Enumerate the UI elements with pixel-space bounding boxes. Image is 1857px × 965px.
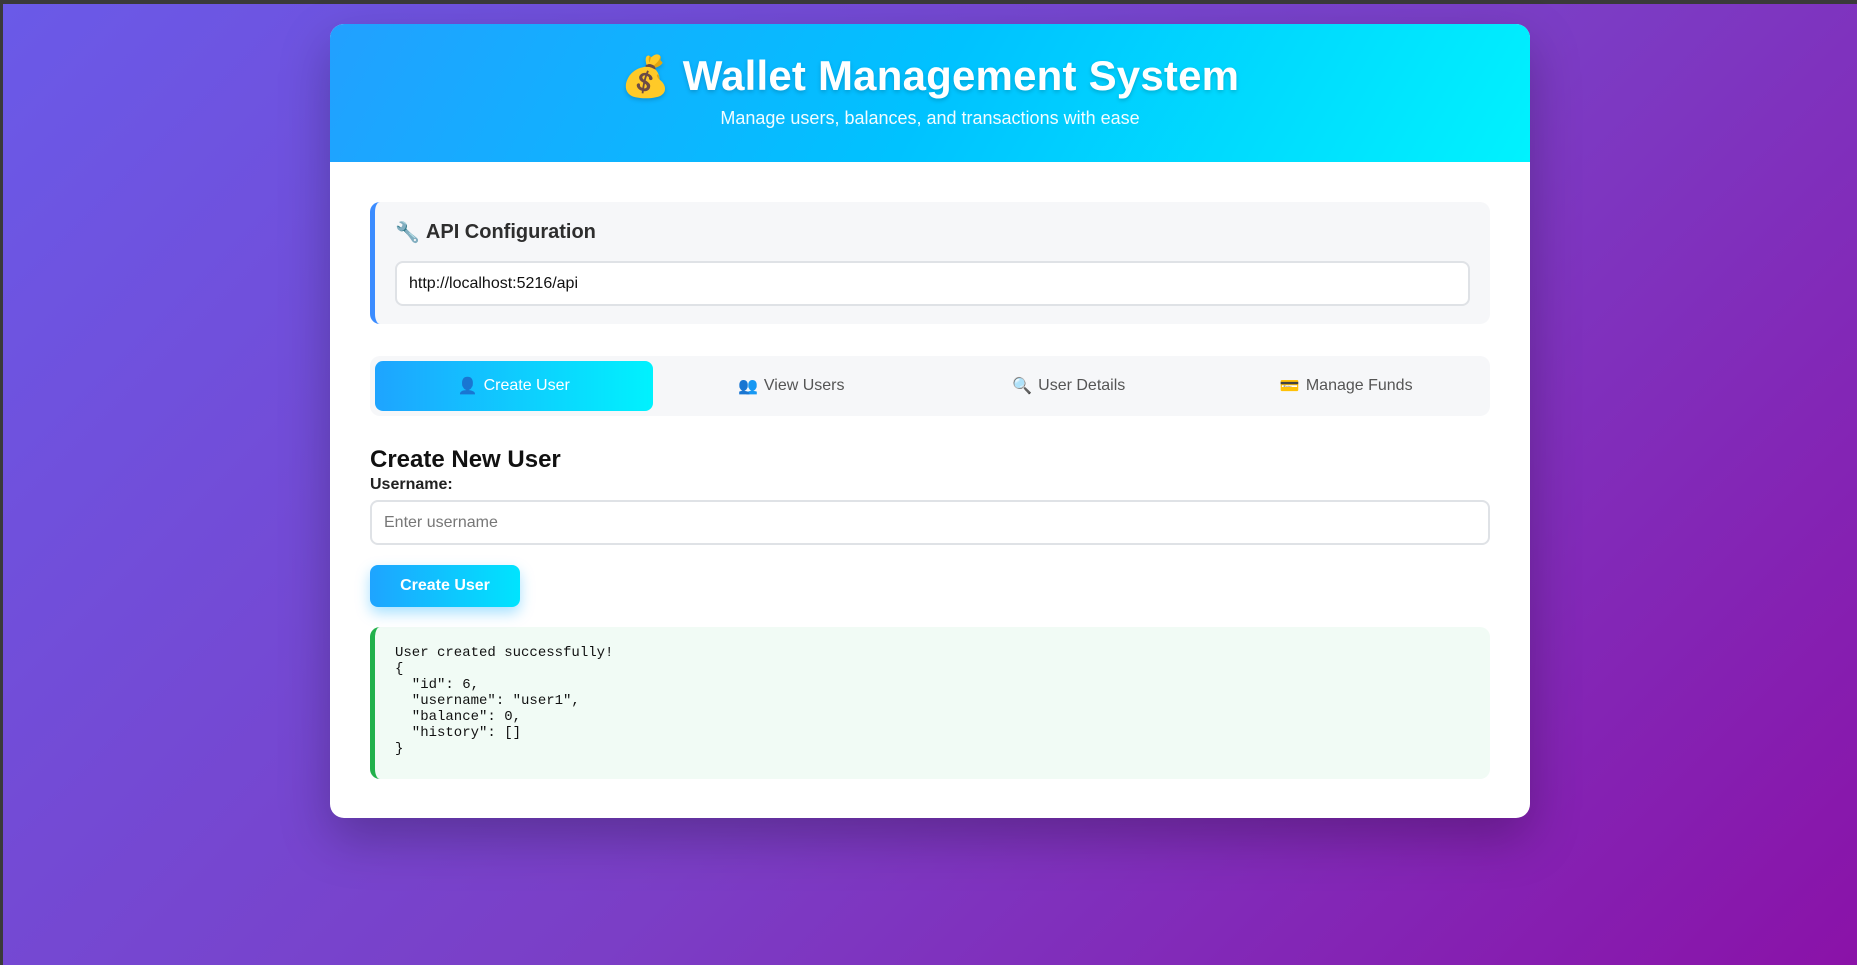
tab-user-details[interactable]: 🔍 User Details (930, 361, 1208, 411)
tab-view-users[interactable]: 👥 View Users (653, 361, 931, 411)
section-heading: Create New User (370, 446, 561, 473)
users-icon: 👥 (737, 378, 758, 395)
api-url-input[interactable] (395, 261, 1470, 306)
user-icon: 👤 (457, 378, 478, 395)
username-input[interactable] (370, 500, 1490, 545)
wrench-icon: 🔧 (395, 222, 420, 244)
tab-create-user[interactable]: 👤 Create User (375, 361, 653, 411)
api-config-title: 🔧 API Configuration (395, 220, 1470, 245)
page-title: 💰 Wallet Management System (621, 52, 1239, 100)
credit-card-icon: 💳 (1279, 378, 1300, 395)
api-config-panel: 🔧 API Configuration (370, 202, 1490, 324)
window-top-border (0, 0, 1857, 4)
create-user-section: Create New User Username: Create User Us… (370, 446, 1490, 779)
tab-label: Create User (483, 377, 570, 394)
create-user-button[interactable]: Create User (370, 565, 520, 607)
window-left-border (0, 0, 3, 965)
result-output: User created successfully! { "id": 6, "u… (370, 627, 1490, 779)
search-icon: 🔍 (1012, 378, 1033, 395)
money-bag-icon: 💰 (620, 54, 671, 99)
tab-label: View Users (763, 377, 845, 394)
content: 🔧 API Configuration 👤 Create User 👥 View… (330, 162, 1530, 779)
page-subtitle: Manage users, balances, and transactions… (720, 108, 1140, 128)
header: 💰 Wallet Management System Manage users,… (330, 24, 1530, 162)
api-config-title-text: API Configuration (425, 221, 596, 243)
tab-label: User Details (1038, 377, 1126, 394)
tab-label: Manage Funds (1305, 377, 1413, 394)
tab-manage-funds[interactable]: 💳 Manage Funds (1208, 361, 1486, 411)
page-title-text: Wallet Management System (682, 52, 1240, 99)
username-label: Username: (370, 476, 453, 493)
main-card: 💰 Wallet Management System Manage users,… (330, 24, 1530, 818)
tab-bar: 👤 Create User 👥 View Users 🔍 User Detail… (370, 356, 1490, 416)
